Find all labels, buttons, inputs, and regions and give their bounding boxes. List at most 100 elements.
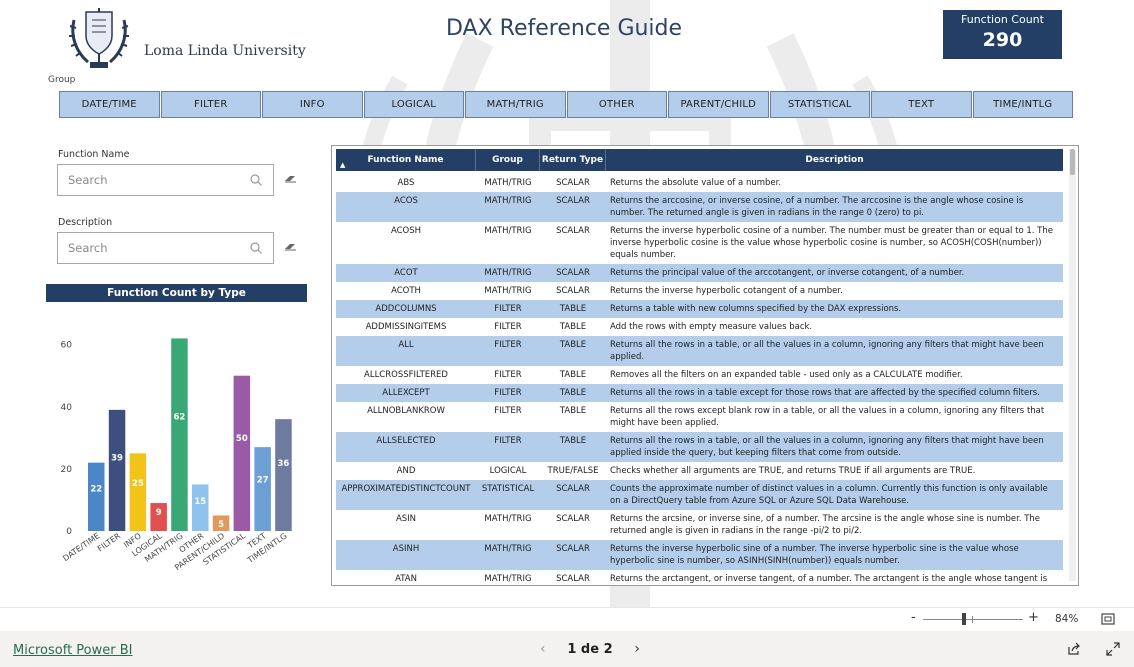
zoom-out-button[interactable]: - <box>911 610 916 625</box>
zoom-bar: - + 84% <box>0 607 1134 631</box>
cell-function-name: ASINH <box>392 544 420 554</box>
zoom-in-button[interactable]: + <box>1028 610 1039 625</box>
power-bi-link[interactable]: Microsoft Power BI <box>13 643 132 658</box>
description-search-input[interactable]: Search <box>57 232 274 264</box>
column-header-return-type[interactable]: Return Type <box>540 149 606 171</box>
cell-return-type: SCALAR <box>556 196 590 206</box>
cell-function-name: ACOTH <box>391 286 421 296</box>
column-header-description[interactable]: Description <box>606 149 1063 171</box>
cell-group: FILTER <box>494 340 522 350</box>
y-tick-label: 60 <box>61 341 73 351</box>
cell-group: FILTER <box>494 304 522 314</box>
page-title: DAX Reference Guide <box>446 16 683 41</box>
table-row[interactable]: ASINH MATH/TRIG SCALAR Returns the inverse … <box>336 540 1063 570</box>
cell-return-type: SCALAR <box>556 178 590 188</box>
group-tab-parent-child[interactable]: PARENT/CHILD <box>668 91 769 118</box>
group-tab-info[interactable]: INFO <box>262 91 363 118</box>
table-row[interactable]: ABS MATH/TRIG SCALAR Returns the absolute v… <box>336 174 1063 192</box>
cell-function-name: ALLNOBLANKROW <box>367 406 445 416</box>
column-header-function-name[interactable]: ▲ Function Name <box>336 149 476 171</box>
scrollbar-thumb[interactable] <box>1070 149 1075 175</box>
cell-function-name: ADDMISSINGITEMS <box>365 322 447 332</box>
y-tick-label: 0 <box>66 527 72 537</box>
table-row[interactable]: ALLSELECTED FILTER TABLE Returns all the ro… <box>336 432 1063 462</box>
group-tab-text[interactable]: TEXT <box>871 91 972 118</box>
cell-group: STATISTICAL <box>481 484 535 494</box>
function-count-bar-chart: 020406022DATE/TIME39FILTER25INFO9LOGICAL… <box>61 338 292 572</box>
group-tab-date-time[interactable]: DATE/TIME <box>59 91 160 118</box>
zoom-percent: 84% <box>1055 613 1079 625</box>
cell-group: FILTER <box>494 388 522 398</box>
cell-function-name: ABS <box>397 178 415 188</box>
group-tab-logical[interactable]: LOGICAL <box>363 91 464 118</box>
cell-description: Returns a table with new columns specifi… <box>610 304 902 314</box>
cell-group: MATH/TRIG <box>484 268 532 278</box>
page-navigator: ‹ 1 de 2 › <box>540 639 640 659</box>
table-row[interactable]: ACOS MATH/TRIG SCALAR Returns the arccosine… <box>336 192 1063 222</box>
zoom-slider-tick <box>972 616 973 623</box>
table-row[interactable]: AND LOGICAL TRUE/FALSE Checks whether all a… <box>336 462 1063 480</box>
table-row[interactable]: ALLEXCEPT FILTER TABLE Returns all the rows… <box>336 384 1063 402</box>
bar-math-trig[interactable] <box>171 338 188 531</box>
cell-return-type: SCALAR <box>556 484 590 494</box>
bar-time-intlg[interactable] <box>275 419 292 531</box>
group-tab-filter[interactable]: FILTER <box>160 91 261 118</box>
cell-function-name: APPROXIMATEDISTINCTCOUNT <box>341 484 471 494</box>
column-header-label: Function Name <box>367 155 444 165</box>
previous-page-button[interactable]: ‹ <box>540 641 546 657</box>
bar-statistical[interactable] <box>233 375 251 531</box>
table-row[interactable]: ALL FILTER TABLE Returns all the rows in a … <box>336 336 1063 366</box>
cell-function-name: AND <box>396 466 416 476</box>
share-icon[interactable] <box>1067 642 1081 656</box>
cell-function-name: ALLCROSSFILTERED <box>364 370 448 380</box>
bar-other[interactable] <box>192 484 209 531</box>
table-row[interactable]: ATAN MATH/TRIG SCALAR Returns the arctangen… <box>336 570 1063 585</box>
cell-group: MATH/TRIG <box>484 226 532 236</box>
table-row[interactable]: ACOTH MATH/TRIG SCALAR Returns the inverse … <box>336 282 1063 300</box>
cell-group: MATH/TRIG <box>484 178 532 188</box>
zoom-slider-thumb[interactable] <box>962 613 966 625</box>
cell-function-name: ALLSELECTED <box>376 436 436 446</box>
fit-to-page-icon[interactable] <box>1101 613 1115 625</box>
group-tab-other[interactable]: OTHER <box>566 91 667 118</box>
university-name: Loma Linda University <box>144 43 306 59</box>
fullscreen-icon[interactable] <box>1106 642 1120 656</box>
cell-return-type: TABLE <box>559 322 587 332</box>
report-canvas: Loma Linda University DAX Reference Guid… <box>0 0 1134 607</box>
cell-group: FILTER <box>494 322 522 332</box>
table-row[interactable]: ALLNOBLANKROW FILTER TABLE Returns all the … <box>336 402 1063 432</box>
table-row[interactable]: ADDCOLUMNS FILTER TABLE Returns a table wit… <box>336 300 1063 318</box>
table-row[interactable]: ADDMISSINGITEMS FILTER TABLE Add the rows w… <box>336 318 1063 336</box>
table-scrollbar[interactable] <box>1069 149 1076 581</box>
cell-function-name: ALL <box>398 340 414 350</box>
bar-text[interactable] <box>254 447 271 531</box>
data-label: 22 <box>90 484 102 494</box>
table-row[interactable]: ACOT MATH/TRIG SCALAR Returns the principal… <box>336 264 1063 282</box>
table-row[interactable]: ACOSH MATH/TRIG SCALAR Returns the inverse … <box>336 222 1063 264</box>
bar-info[interactable] <box>129 453 147 531</box>
group-tab-time-intlg[interactable]: TIME/INTLG <box>972 91 1073 118</box>
data-label: 39 <box>111 454 123 464</box>
table-row[interactable]: ASIN MATH/TRIG SCALAR Returns the arcsine, … <box>336 510 1063 540</box>
zoom-slider[interactable] <box>923 619 1023 620</box>
eraser-icon[interactable] <box>284 242 297 252</box>
cell-group: MATH/TRIG <box>484 544 532 554</box>
table-row[interactable]: ALLCROSSFILTERED FILTER TABLE Removes all t… <box>336 366 1063 384</box>
bar-date-time[interactable] <box>88 462 105 531</box>
cell-description: Removes all the filters on an expanded t… <box>610 370 963 380</box>
cell-description: Returns the arccosine, or inverse cosine… <box>610 196 1024 218</box>
sort-ascending-icon: ▲ <box>340 161 346 169</box>
column-header-group[interactable]: Group <box>476 149 540 171</box>
table-row[interactable]: APPROXIMATEDISTINCTCOUNT STATISTICAL SCALA… <box>336 480 1063 510</box>
next-page-button[interactable]: › <box>634 641 640 657</box>
cell-function-name: ASIN <box>395 514 417 524</box>
function-count-value: 290 <box>982 29 1023 51</box>
table-body: ABS MATH/TRIG SCALAR Returns the absolute v… <box>336 174 1063 585</box>
function-name-search-input[interactable]: Search <box>57 164 274 196</box>
group-tab-statistical[interactable]: STATISTICAL <box>769 91 870 118</box>
eraser-icon[interactable] <box>284 174 297 184</box>
cell-return-type: SCALAR <box>556 286 590 296</box>
cell-return-type: TABLE <box>559 340 587 350</box>
bar-filter[interactable] <box>108 409 126 531</box>
group-tab-math-trig[interactable]: MATH/TRIG <box>465 91 566 118</box>
